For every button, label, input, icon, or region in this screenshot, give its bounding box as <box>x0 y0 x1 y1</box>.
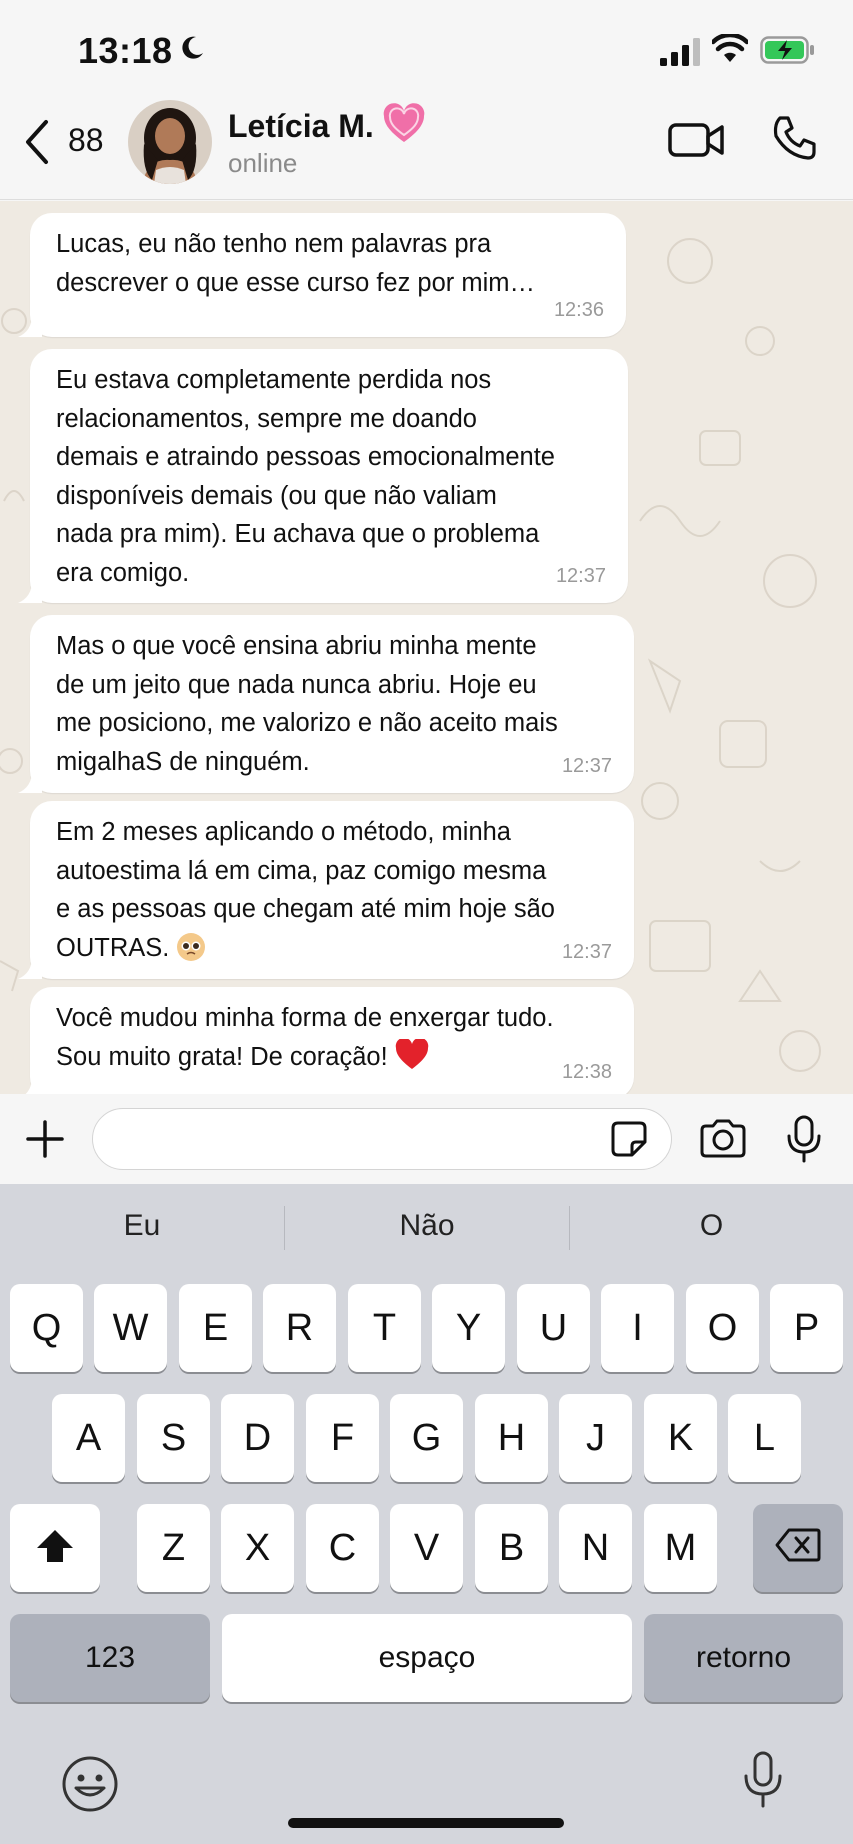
key-k[interactable]: K <box>644 1394 717 1482</box>
return-key[interactable]: retorno <box>644 1614 843 1702</box>
emoji-keyboard-icon[interactable] <box>60 1754 120 1814</box>
key-g[interactable]: G <box>390 1394 463 1482</box>
message-text: Eu estava completamente perdida nos rela… <box>56 366 555 587</box>
shift-key[interactable] <box>10 1504 100 1592</box>
key-r[interactable]: R <box>263 1284 336 1372</box>
key-u[interactable]: U <box>517 1284 590 1372</box>
bubble-tail <box>18 581 42 603</box>
key-j[interactable]: J <box>559 1394 632 1482</box>
message-bubble[interactable]: Lucas, eu não tenho nem palavras pra des… <box>18 213 626 337</box>
key-b[interactable]: B <box>475 1504 548 1592</box>
message-time: 12:37 <box>561 940 612 963</box>
contact-name[interactable]: Letícia M. <box>228 108 374 145</box>
suggestion-item[interactable]: O <box>570 1184 853 1268</box>
delete-key[interactable] <box>753 1504 843 1592</box>
message-input[interactable] <box>92 1108 672 1170</box>
video-call-icon[interactable] <box>668 120 724 160</box>
key-e[interactable]: E <box>179 1284 252 1372</box>
key-z[interactable]: Z <box>137 1504 210 1592</box>
key-c[interactable]: C <box>306 1504 379 1592</box>
shift-arrow-icon <box>37 1530 73 1562</box>
keyboard: Eu Não O Q W E R T Y U I O P A S D F G H… <box>0 1184 853 1844</box>
key-m[interactable]: M <box>644 1504 717 1592</box>
key-p[interactable]: P <box>770 1284 843 1372</box>
message-time: 12:37 <box>561 754 612 777</box>
message-text: Lucas, eu não tenho nem palavras pra des… <box>56 230 536 297</box>
key-n[interactable]: N <box>559 1504 632 1592</box>
space-key[interactable]: espaço <box>222 1614 632 1702</box>
bubble-tail <box>18 315 42 337</box>
message-text: Você mudou minha forma de enxergar tudo.… <box>56 1004 554 1071</box>
back-chevron-icon[interactable] <box>22 118 50 166</box>
wifi-icon <box>712 34 748 62</box>
key-d[interactable]: D <box>221 1394 294 1482</box>
suggestion-bar: Eu Não O <box>0 1184 853 1268</box>
cellular-signal-icon <box>660 38 700 66</box>
message-bubble[interactable]: Em 2 meses aplicando o método, minha aut… <box>18 801 634 979</box>
message-bubble[interactable]: Você mudou minha forma de enxergar tudo.… <box>25 987 634 1094</box>
key-w[interactable]: W <box>94 1284 167 1372</box>
numbers-key[interactable]: 123 <box>10 1614 210 1702</box>
key-t[interactable]: T <box>348 1284 421 1372</box>
dictation-mic-icon[interactable] <box>740 1750 786 1810</box>
status-bar: 13:18 <box>0 0 853 100</box>
message-time: 12:38 <box>561 1060 612 1083</box>
key-y[interactable]: Y <box>432 1284 505 1372</box>
bubble-tail <box>18 771 42 793</box>
key-f[interactable]: F <box>306 1394 379 1482</box>
phone-call-icon[interactable] <box>770 114 818 162</box>
message-text: Mas o que você ensina abriu minha mente … <box>56 632 558 776</box>
suggestion-item[interactable]: Não <box>285 1184 569 1268</box>
key-h[interactable]: H <box>475 1394 548 1482</box>
microphone-icon[interactable] <box>784 1114 824 1164</box>
home-indicator <box>288 1818 564 1828</box>
message-bubble[interactable]: Mas o que você ensina abriu minha mente … <box>18 615 634 793</box>
chat-header: 88 Letícia M. online <box>0 100 853 200</box>
moon-icon <box>182 36 203 59</box>
key-a[interactable]: A <box>52 1394 125 1482</box>
bubble-tail <box>25 1077 42 1094</box>
battery-charging-icon <box>760 36 814 64</box>
delete-backspace-icon <box>775 1528 821 1562</box>
key-q[interactable]: Q <box>10 1284 83 1372</box>
key-x[interactable]: X <box>221 1504 294 1592</box>
status-time: 13:18 <box>78 30 173 71</box>
key-i[interactable]: I <box>601 1284 674 1372</box>
sparkling-heart-icon <box>383 103 425 142</box>
pleading-face-icon <box>177 932 206 961</box>
sticker-icon[interactable] <box>610 1120 648 1158</box>
chat-area[interactable]: Lucas, eu não tenho nem palavras pra des… <box>0 201 853 1094</box>
contact-status: online <box>228 148 298 178</box>
key-v[interactable]: V <box>390 1504 463 1592</box>
message-time: 12:37 <box>555 564 606 587</box>
key-s[interactable]: S <box>137 1394 210 1482</box>
message-bubble[interactable]: Eu estava completamente perdida nos rela… <box>18 349 628 603</box>
key-l[interactable]: L <box>728 1394 801 1482</box>
message-input-bar <box>0 1094 853 1184</box>
suggestion-item[interactable]: Eu <box>0 1184 284 1268</box>
red-heart-icon <box>395 1037 429 1069</box>
contact-avatar[interactable] <box>128 100 212 184</box>
message-time: 12:36 <box>553 298 604 321</box>
key-o[interactable]: O <box>686 1284 759 1372</box>
plus-icon[interactable] <box>24 1118 66 1160</box>
camera-icon[interactable] <box>698 1118 748 1160</box>
bubble-tail <box>18 957 42 979</box>
message-text: Em 2 meses aplicando o método, minha aut… <box>56 818 555 962</box>
unread-count[interactable]: 88 <box>68 122 104 159</box>
